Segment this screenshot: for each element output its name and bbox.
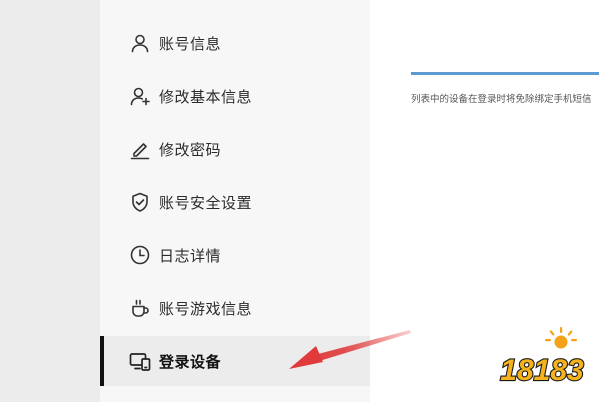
clock-icon — [129, 244, 151, 266]
sidebar-item-label: 账号游戏信息 — [159, 299, 253, 318]
tab-active-indicator — [411, 72, 599, 75]
sidebar-item-edit-basic-info[interactable]: 修改基本信息 — [100, 71, 370, 121]
devices-icon — [129, 350, 151, 372]
sidebar-item-label: 登录设备 — [159, 352, 222, 371]
sidebar-item-label: 账号安全设置 — [159, 193, 253, 212]
devices-description: 列表中的设备在登录时将免除绑定手机短信 — [411, 94, 592, 105]
user-add-icon — [129, 85, 151, 107]
user-icon — [129, 32, 151, 54]
sidebar-item-account-info[interactable]: 账号信息 — [100, 18, 370, 68]
sidebar-item-label: 账号信息 — [159, 34, 222, 53]
sidebar-item-label: 修改基本信息 — [159, 87, 253, 106]
sidebar-item-log-details[interactable]: 日志详情 — [100, 230, 370, 280]
pen-icon — [129, 138, 151, 160]
sidebar-item-login-devices[interactable]: 登录设备 — [100, 336, 370, 386]
sidebar-item-security-settings[interactable]: 账号安全设置 — [100, 177, 370, 227]
sidebar-item-game-info[interactable]: 账号游戏信息 — [100, 283, 370, 333]
sidebar-item-label: 日志详情 — [159, 246, 222, 265]
account-sidebar: 账号信息 修改基本信息 修改密码 账号安全设置 日志详情 账号游戏信息 登录设备 — [100, 0, 370, 402]
watermark-text: 18183 — [500, 354, 584, 387]
left-gutter — [0, 0, 100, 402]
sidebar-item-label: 修改密码 — [159, 140, 222, 159]
cup-icon — [129, 297, 151, 319]
shield-check-icon — [129, 191, 151, 213]
sidebar-item-change-password[interactable]: 修改密码 — [100, 124, 370, 174]
sun-logo-icon — [545, 327, 577, 349]
watermark-logo: 18183 — [490, 320, 595, 392]
